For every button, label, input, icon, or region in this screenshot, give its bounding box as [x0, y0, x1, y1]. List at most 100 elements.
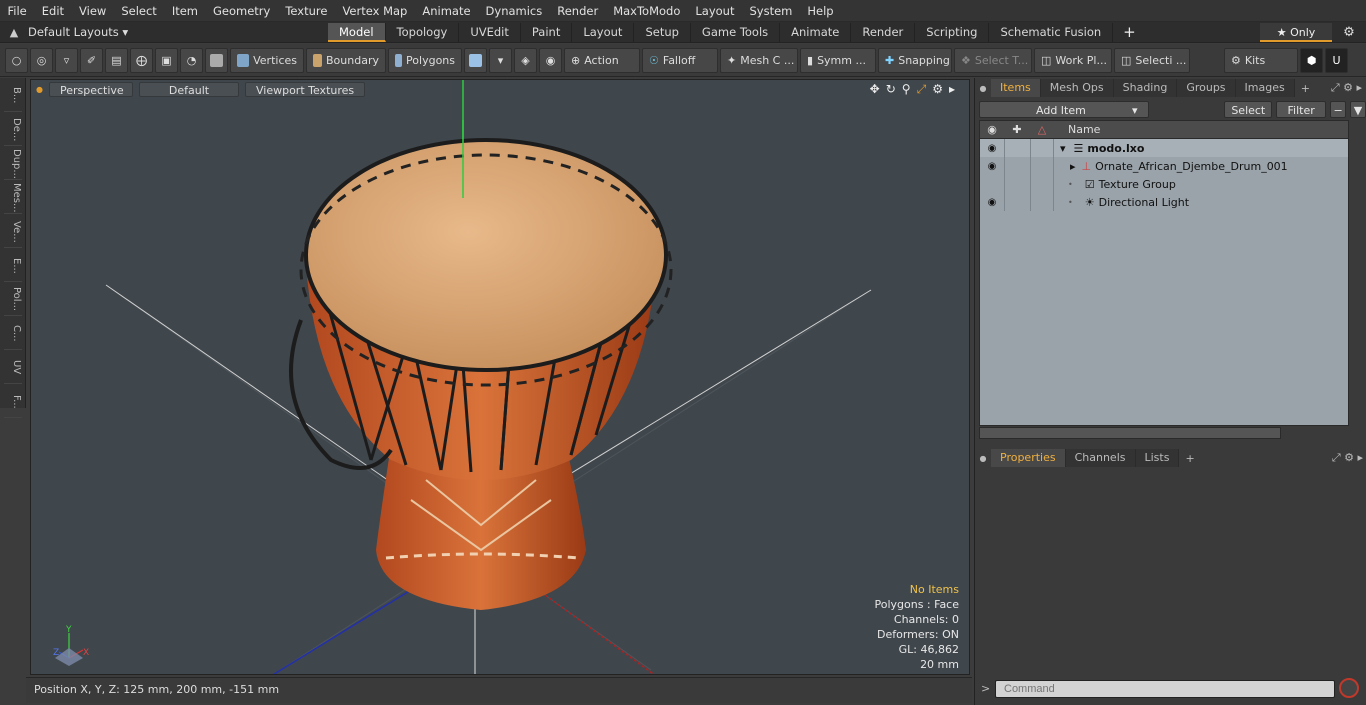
unreal-icon[interactable]: U — [1325, 47, 1348, 73]
menu-file[interactable]: File — [0, 0, 34, 22]
tab-properties[interactable]: Properties — [991, 449, 1066, 467]
menu-item[interactable]: Item — [164, 0, 205, 22]
vtab-mesh-edit[interactable]: Mes... — [4, 182, 22, 214]
tab-topology[interactable]: Topology — [386, 22, 460, 42]
align-icon[interactable]: ▤ — [105, 47, 128, 73]
vtab-edge[interactable]: E... — [4, 250, 22, 282]
list-item-light[interactable]: ◉ • ☀ Directional Light — [980, 193, 1348, 211]
menu-view[interactable]: View — [72, 0, 114, 22]
tab-setup[interactable]: Setup — [634, 22, 691, 42]
expand-arrow-icon[interactable]: ▸ — [1054, 160, 1076, 173]
list-item-scene[interactable]: ◉ ▾ ☰ modo.lxo — [980, 139, 1348, 157]
menu-edit[interactable]: Edit — [34, 0, 71, 22]
fit-icon[interactable]: ⤢ — [917, 82, 927, 97]
viewport-menu-icon[interactable]: ● — [36, 85, 43, 94]
list-item-texture-group[interactable]: • ☑ Texture Group — [980, 175, 1348, 193]
selection-sets-button[interactable]: ◫ Selecti ... — [1114, 47, 1190, 73]
snapping-button[interactable]: ✚ Snapping — [878, 47, 952, 73]
vtab-basic[interactable]: B... — [4, 80, 22, 112]
tab-model[interactable]: Model — [328, 22, 386, 42]
menu-texture[interactable]: Texture — [278, 0, 335, 22]
layout-arrow-icon[interactable]: ▲ — [0, 26, 28, 39]
menu-select[interactable]: Select — [114, 0, 164, 22]
menu-render[interactable]: Render — [550, 0, 606, 22]
work-plane-button[interactable]: ◫ Work Pl... — [1034, 47, 1112, 73]
list-item-mesh[interactable]: ◉ ▸ ⊥ Ornate_African_Djembe_Drum_001 — [980, 157, 1348, 175]
command-input[interactable] — [995, 680, 1335, 698]
material-mode-icon[interactable] — [464, 47, 487, 73]
item-list[interactable]: ◉ ✚ △ Name ◉ ▾ ☰ modo.lxo ◉ ▸ ⊥ Ornate_A… — [979, 120, 1349, 426]
record-macro-button[interactable] — [1339, 678, 1359, 698]
vtab-curve[interactable]: C... — [4, 318, 22, 350]
panel-expand-icon[interactable]: ⤢ ⚙ ▸ — [1331, 81, 1362, 95]
tab-layout[interactable]: Layout — [572, 22, 635, 42]
vtab-vertex[interactable]: Ve... — [4, 216, 22, 248]
eye-icon[interactable]: ◉ — [980, 197, 1004, 208]
symmetry-icon[interactable]: ◈ — [514, 47, 537, 73]
menu-dynamics[interactable]: Dynamics — [478, 0, 550, 22]
viewport-settings-icon[interactable]: ⚙ — [932, 82, 943, 97]
properties-menu-icon[interactable]: ● — [975, 454, 991, 463]
tab-scripting[interactable]: Scripting — [915, 22, 990, 42]
menu-layout[interactable]: Layout — [688, 0, 742, 22]
vertices-button[interactable]: Vertices — [230, 47, 304, 73]
menu-animate[interactable]: Animate — [415, 0, 478, 22]
horizontal-scrollbar[interactable] — [979, 427, 1281, 439]
menu-help[interactable]: Help — [800, 0, 841, 22]
zoom-icon[interactable]: ⚲ — [902, 82, 911, 97]
tab-lists[interactable]: Lists — [1135, 449, 1180, 467]
eye-icon[interactable]: ◉ — [980, 161, 1004, 172]
lock-column-icon[interactable]: ✚ — [1004, 123, 1030, 136]
vtab-polygon[interactable]: Pol... — [4, 284, 22, 316]
menu-system[interactable]: System — [742, 0, 800, 22]
viewport-expand-icon[interactable]: ▸ — [949, 82, 955, 97]
filter-button[interactable]: Filter — [1276, 100, 1327, 118]
add-properties-tab-button[interactable]: + — [1179, 452, 1200, 465]
circle-select-icon[interactable]: ○ — [5, 47, 28, 73]
tab-images[interactable]: Images — [1235, 79, 1295, 97]
type-column-icon[interactable]: △ — [1030, 123, 1054, 136]
falloff-button[interactable]: ☉ Falloff — [642, 47, 718, 73]
gear-icon[interactable]: ⚙ — [1332, 25, 1366, 40]
menu-vertex-map[interactable]: Vertex Map — [335, 0, 415, 22]
snap-icon[interactable]: ◉ — [539, 47, 562, 73]
center-icon[interactable]: ⨁ — [130, 47, 153, 73]
viewport-textures-button[interactable]: Viewport Textures — [244, 81, 366, 97]
vtab-duplicate[interactable]: Dup... — [4, 148, 22, 180]
select-button[interactable]: Select — [1224, 100, 1273, 118]
rotate-icon[interactable]: ◔ — [180, 47, 203, 73]
vtab-deform[interactable]: De... — [4, 114, 22, 146]
globe-icon[interactable]: ◎ — [30, 47, 53, 73]
polygons-button[interactable]: Polygons — [388, 47, 462, 73]
panel-menu-icon[interactable]: ● — [975, 84, 991, 93]
only-toggle[interactable]: ★ Only — [1260, 22, 1332, 42]
tab-shading[interactable]: Shading — [1113, 79, 1178, 97]
shading-button[interactable]: Default — [138, 81, 239, 97]
view-type-button[interactable]: Perspective — [48, 81, 133, 97]
pen-icon[interactable]: ▿ — [55, 47, 78, 73]
layout-dropdown[interactable]: Default Layouts ▾ — [28, 25, 328, 39]
item-mode-icon[interactable] — [205, 47, 228, 73]
menu-geometry[interactable]: Geometry — [206, 0, 278, 22]
expand-arrow-icon[interactable]: ▾ — [1054, 142, 1066, 155]
name-column-header[interactable]: Name — [1054, 123, 1100, 136]
select-through-button[interactable]: ❖ Select T... — [954, 47, 1032, 73]
collapse-icon[interactable]: − — [1330, 100, 1347, 118]
symmetry-button[interactable]: ▮ Symm ... — [800, 47, 876, 73]
funnel-icon[interactable]: ▼ — [1350, 100, 1366, 118]
add-panel-tab-button[interactable]: + — [1295, 82, 1316, 95]
add-tab-button[interactable]: + — [1113, 23, 1146, 41]
menu-maxtomodo[interactable]: MaxToModo — [606, 0, 688, 22]
tab-uvedit[interactable]: UVEdit — [459, 22, 521, 42]
unity-icon[interactable]: ⬢ — [1300, 47, 1323, 73]
3d-viewport[interactable]: Y X Z ● Perspective Default Viewport Tex… — [30, 79, 970, 675]
tab-schematic-fusion[interactable]: Schematic Fusion — [989, 22, 1114, 42]
kits-button[interactable]: ⚙ Kits — [1224, 47, 1298, 73]
visibility-column-icon[interactable]: ◉ — [980, 123, 1004, 136]
frame-icon[interactable]: ▣ — [155, 47, 178, 73]
tab-game-tools[interactable]: Game Tools — [691, 22, 781, 42]
vtab-fusion[interactable]: F... — [4, 386, 22, 418]
pan-icon[interactable]: ✥ — [870, 82, 880, 97]
orbit-icon[interactable]: ↻ — [886, 82, 896, 97]
action-center-button[interactable]: ⊕ Action — [564, 47, 640, 73]
